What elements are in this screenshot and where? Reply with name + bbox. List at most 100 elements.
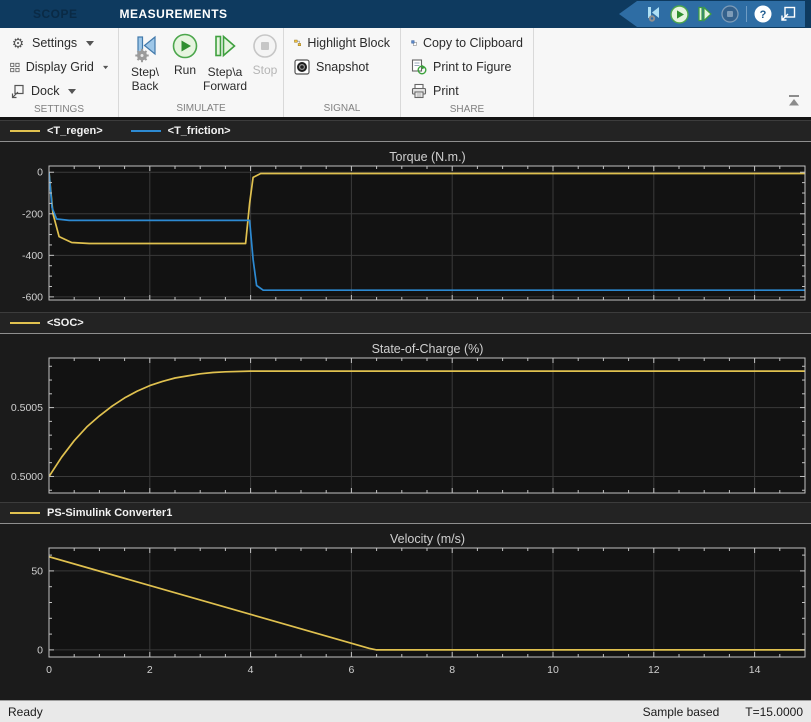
- dock-icon[interactable]: [779, 5, 797, 23]
- step-back-icon: [130, 33, 160, 63]
- y-axis-tick-label: 0.5000: [11, 471, 43, 483]
- legend-item[interactable]: <SOC>: [10, 317, 84, 329]
- step-back-label-line1: Step\: [131, 65, 159, 79]
- dock-button[interactable]: Dock: [6, 79, 112, 103]
- velocity-plot-canvas[interactable]: 50002468101214: [0, 546, 811, 680]
- legend-item[interactable]: PS-Simulink Converter1: [10, 507, 172, 519]
- y-axis-tick-label: 0: [37, 644, 43, 656]
- quick-access-toolbar: ?: [619, 1, 805, 27]
- legend-bar-soc: <SOC>: [0, 312, 811, 334]
- x-axis-tick-label: 0: [46, 664, 52, 676]
- statusbar: Ready Sample based T=15.0000: [0, 700, 811, 722]
- plot-title-torque: Torque (N.m.): [22, 142, 811, 164]
- legend-label: <T_regen>: [47, 125, 103, 137]
- legend-line-swatch: [131, 130, 161, 132]
- legend-bar-velocity: PS-Simulink Converter1: [0, 502, 811, 524]
- print-to-figure-icon: [411, 59, 427, 75]
- highlight-block-button[interactable]: Highlight Block: [290, 31, 394, 55]
- display-grid-label: Display Grid: [26, 60, 94, 74]
- group-settings: ⚙ Settings Display Grid Dock: [0, 28, 118, 117]
- print-label: Print: [433, 84, 459, 98]
- dock-small-icon: [10, 84, 25, 99]
- step-back-label-line2: Back: [132, 79, 159, 93]
- status-sample-mode: Sample based: [643, 705, 720, 719]
- qat-separator: [746, 6, 747, 22]
- group-label-share: SHARE: [407, 103, 527, 118]
- x-axis-tick-label: 14: [749, 664, 761, 676]
- print-to-figure-label: Print to Figure: [433, 60, 512, 74]
- step-forward-icon: [210, 33, 240, 63]
- status-sim-time: T=15.0000: [745, 705, 803, 719]
- settings-label: Settings: [32, 36, 77, 50]
- group-label-settings: SETTINGS: [6, 103, 112, 118]
- stop-label: Stop: [253, 63, 278, 77]
- legend-item[interactable]: <T_regen>: [10, 125, 103, 137]
- print-icon: [411, 83, 427, 99]
- run-button[interactable]: Run: [165, 31, 205, 77]
- scope-display-velocity: PS-Simulink Converter1 Velocity (m/s) 50…: [0, 502, 811, 700]
- scope-display-torque: <T_regen><T_friction> Torque (N.m.) 0-20…: [0, 120, 811, 312]
- copy-to-clipboard-button[interactable]: Copy to Clipboard: [407, 31, 527, 55]
- group-share: Copy to Clipboard Print to Figure: [400, 28, 533, 117]
- x-axis-tick-label: 2: [147, 664, 153, 676]
- legend-line-swatch: [10, 130, 40, 132]
- copy-to-clipboard-icon: [411, 35, 417, 51]
- snapshot-button[interactable]: Snapshot: [290, 55, 394, 79]
- torque-n-m-plot-svg: 0-200-400-600: [0, 164, 811, 312]
- collapse-ribbon-icon: [787, 95, 801, 106]
- chevron-down-icon: [103, 65, 108, 70]
- settings-button[interactable]: ⚙ Settings: [6, 31, 112, 55]
- y-axis-tick-label: 0: [37, 167, 43, 179]
- scope-canvas-area: <T_regen><T_friction> Torque (N.m.) 0-20…: [0, 120, 811, 700]
- print-to-figure-button[interactable]: Print to Figure: [407, 55, 527, 79]
- legend-label: PS-Simulink Converter1: [47, 507, 172, 519]
- step-forward-button[interactable]: Step\a Forward: [205, 31, 245, 94]
- step-forward-label-line2: Forward: [203, 79, 247, 93]
- print-button[interactable]: Print: [407, 79, 527, 103]
- group-simulate: Step\ Back Run Step\a: [118, 28, 283, 117]
- plot-title-velocity: Velocity (m/s): [22, 524, 811, 546]
- status-message: Ready: [8, 705, 617, 719]
- step-back-button[interactable]: Step\ Back: [125, 31, 165, 94]
- display-grid-button[interactable]: Display Grid: [6, 55, 112, 79]
- y-axis-tick-label: 0.5005: [11, 402, 43, 414]
- soc-plot-canvas[interactable]: 0.5005 0.5000: [0, 356, 811, 502]
- step-forward-icon[interactable]: [696, 5, 714, 23]
- group-label-signal: SIGNAL: [290, 102, 394, 117]
- run-icon[interactable]: [670, 5, 689, 24]
- stop-icon: [721, 5, 739, 23]
- tab-measurements[interactable]: MEASUREMENTS: [99, 0, 249, 28]
- snapshot-icon: [294, 59, 310, 75]
- y-axis-tick-label: 50: [31, 565, 43, 577]
- help-icon[interactable]: ?: [754, 5, 772, 23]
- highlight-block-label: Highlight Block: [307, 36, 390, 50]
- legend-line-swatch: [10, 322, 40, 324]
- x-axis-tick-label: 8: [449, 664, 455, 676]
- velocity-m-s-plot-svg: 50002468101214: [0, 546, 811, 680]
- dock-label: Dock: [31, 84, 59, 98]
- run-icon: [171, 33, 199, 61]
- torque-plot-canvas[interactable]: 0-200-400-600: [0, 164, 811, 312]
- run-label: Run: [174, 63, 196, 77]
- chevron-down-icon: [86, 41, 94, 46]
- step-back-icon[interactable]: [645, 5, 663, 23]
- group-label-simulate: SIMULATE: [125, 102, 277, 117]
- legend-label: <T_friction>: [168, 125, 231, 137]
- legend-label: <SOC>: [47, 317, 84, 329]
- stop-icon: [251, 33, 279, 61]
- tab-scope[interactable]: SCOPE: [12, 0, 99, 28]
- y-axis-tick-label: -600: [22, 291, 43, 303]
- gear-icon: ⚙: [10, 35, 26, 52]
- grid-icon: [10, 60, 20, 75]
- x-axis-tick-label: 12: [648, 664, 660, 676]
- legend-item[interactable]: <T_friction>: [131, 125, 231, 137]
- titlebar: SCOPE MEASUREMENTS: [0, 0, 811, 28]
- state-of-charge-plot-svg: 0.5005 0.5000: [0, 356, 811, 502]
- svg-text:?: ?: [760, 9, 767, 21]
- y-axis-tick-label: -400: [22, 250, 43, 262]
- x-axis-tick-label: 4: [248, 664, 254, 676]
- plot-title-soc: State-of-Charge (%): [22, 334, 811, 356]
- snapshot-label: Snapshot: [316, 60, 369, 74]
- x-axis-tick-label: 6: [348, 664, 354, 676]
- collapse-toolstrip-button[interactable]: [787, 93, 801, 111]
